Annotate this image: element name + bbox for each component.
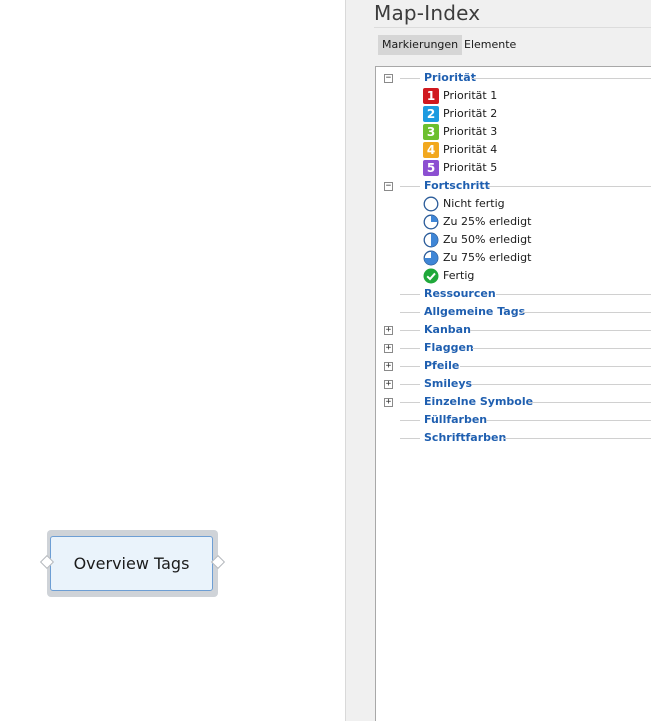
progress-0-icon [423, 196, 439, 212]
category-label: Füllfarben [424, 413, 488, 426]
tree-line [400, 330, 420, 331]
map-index-panel: Map-Index Markierungen Elemente − Priori… [345, 0, 651, 721]
expand-toggle[interactable]: + [384, 380, 393, 389]
tag-label: Priorität 4 [443, 143, 498, 156]
tree-line [504, 438, 651, 439]
priority-2-icon: 2 [423, 106, 439, 122]
tree-line [400, 420, 420, 421]
priority-3-icon: 3 [423, 124, 439, 140]
category-label: Smileys [424, 377, 473, 390]
check-icon [423, 268, 439, 284]
map-canvas[interactable]: Overview Tags [0, 0, 345, 721]
tree-line [460, 366, 651, 367]
tag-item-prioritaet-3[interactable]: 3 Priorität 3 [376, 123, 651, 141]
tag-item-25-prozent[interactable]: Zu 25% erledigt [376, 213, 651, 231]
progress-75-icon [423, 250, 439, 266]
priority-4-icon: 4 [423, 142, 439, 158]
category-kanban[interactable]: + Kanban [376, 321, 651, 339]
category-label: Flaggen [424, 341, 474, 354]
category-label: Allgemeine Tags [424, 305, 526, 318]
tree-line [400, 384, 420, 385]
tree-line [472, 384, 651, 385]
tree-line [528, 402, 651, 403]
topic-node-label[interactable]: Overview Tags [50, 536, 213, 591]
tree-line [400, 312, 420, 313]
category-label: Einzelne Symbole [424, 395, 534, 408]
category-smileys[interactable]: + Smileys [376, 375, 651, 393]
tree-line [470, 330, 651, 331]
category-ressourcen[interactable]: Ressourcen [376, 285, 651, 303]
expand-toggle[interactable]: + [384, 344, 393, 353]
tag-item-prioritaet-1[interactable]: 1 Priorität 1 [376, 87, 651, 105]
topic-node[interactable]: Overview Tags [39, 530, 226, 597]
tree-line [400, 348, 420, 349]
tree-line [472, 348, 651, 349]
tag-item-fertig[interactable]: Fertig [376, 267, 651, 285]
panel-title: Map-Index [374, 1, 481, 25]
panel-divider [374, 27, 651, 28]
progress-25-icon [423, 214, 439, 230]
category-label: Schriftfarben [424, 431, 507, 444]
tag-label: Zu 50% erledigt [443, 233, 532, 246]
tree-line [400, 186, 420, 187]
expand-toggle[interactable]: + [384, 362, 393, 371]
category-label: Priorität [424, 71, 476, 84]
category-einzelne-symbole[interactable]: + Einzelne Symbole [376, 393, 651, 411]
collapse-toggle[interactable]: − [384, 182, 393, 191]
progress-50-icon [423, 232, 439, 248]
category-fortschritt[interactable]: − Fortschritt [376, 177, 651, 195]
tree-line [400, 438, 420, 439]
tag-label: Priorität 3 [443, 125, 498, 138]
tree-line [522, 312, 651, 313]
category-pfeile[interactable]: + Pfeile [376, 357, 651, 375]
tree-line [400, 366, 420, 367]
tree-line [486, 420, 651, 421]
tree-line [471, 78, 651, 79]
tag-label: Priorität 1 [443, 89, 498, 102]
tab-elemente[interactable]: Elemente [460, 35, 520, 55]
expand-toggle[interactable]: + [384, 398, 393, 407]
tag-label: Zu 25% erledigt [443, 215, 532, 228]
tree-line [400, 78, 420, 79]
collapse-toggle[interactable]: − [384, 74, 393, 83]
category-schriftfarben[interactable]: Schriftfarben [376, 429, 651, 447]
tag-item-prioritaet-2[interactable]: 2 Priorität 2 [376, 105, 651, 123]
category-flaggen[interactable]: + Flaggen [376, 339, 651, 357]
tag-item-75-prozent[interactable]: Zu 75% erledigt [376, 249, 651, 267]
tag-label: Priorität 2 [443, 107, 498, 120]
category-fuellfarben[interactable]: Füllfarben [376, 411, 651, 429]
priority-5-icon: 5 [423, 160, 439, 176]
tree-line [496, 294, 651, 295]
category-label: Kanban [424, 323, 471, 336]
tree-line [488, 186, 651, 187]
tree-line [400, 402, 420, 403]
tag-label: Zu 75% erledigt [443, 251, 532, 264]
tag-item-nicht-fertig[interactable]: Nicht fertig [376, 195, 651, 213]
expand-toggle[interactable]: + [384, 326, 393, 335]
tag-label: Fertig [443, 269, 475, 282]
node-connector-right-handle[interactable] [210, 554, 226, 570]
category-prioritaet[interactable]: − Priorität [376, 69, 651, 87]
tag-tree: − Priorität 1 Priorität 1 2 Priorität 2 … [375, 66, 651, 721]
tag-label: Nicht fertig [443, 197, 505, 210]
tag-item-50-prozent[interactable]: Zu 50% erledigt [376, 231, 651, 249]
tab-markierungen[interactable]: Markierungen [378, 35, 463, 55]
tag-label: Priorität 5 [443, 161, 498, 174]
priority-1-icon: 1 [423, 88, 439, 104]
tree-line [400, 294, 420, 295]
category-label: Pfeile [424, 359, 460, 372]
category-label: Ressourcen [424, 287, 496, 300]
category-label: Fortschritt [424, 179, 490, 192]
tag-item-prioritaet-5[interactable]: 5 Priorität 5 [376, 159, 651, 177]
category-allgemeine-tags[interactable]: Allgemeine Tags [376, 303, 651, 321]
tag-item-prioritaet-4[interactable]: 4 Priorität 4 [376, 141, 651, 159]
